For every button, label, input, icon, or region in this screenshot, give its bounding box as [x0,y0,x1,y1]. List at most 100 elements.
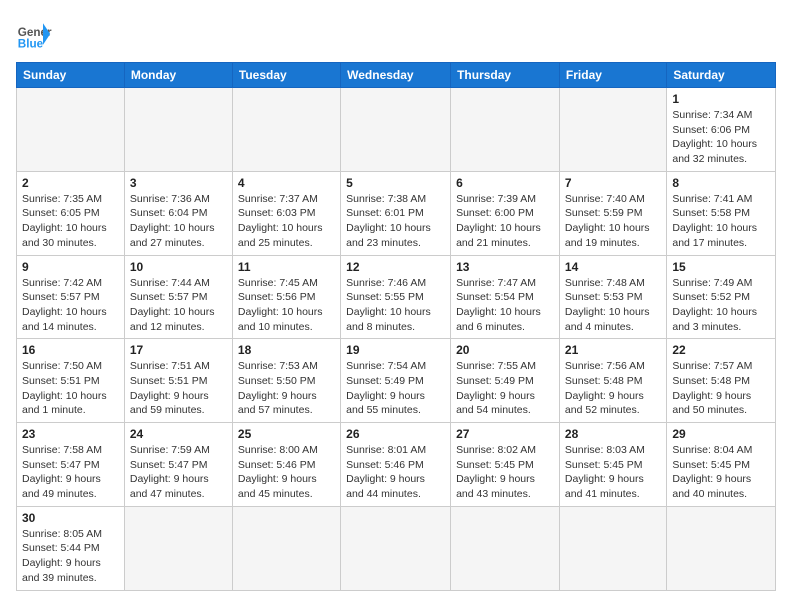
page-header: General Blue [16,16,776,52]
weekday-header-row: SundayMondayTuesdayWednesdayThursdayFrid… [17,63,776,88]
day-number: 19 [346,343,445,357]
calendar-cell: 1 Sunrise: 7:34 AM Sunset: 6:06 PM Daylig… [667,88,776,172]
day-info: Sunrise: 7:44 AM Sunset: 5:57 PM Dayligh… [130,276,227,335]
day-info: Sunrise: 7:58 AM Sunset: 5:47 PM Dayligh… [22,443,119,502]
day-number: 17 [130,343,227,357]
day-number: 30 [22,511,119,525]
day-number: 3 [130,176,227,190]
day-info: Sunrise: 8:03 AM Sunset: 5:45 PM Dayligh… [565,443,661,502]
day-info: Sunrise: 7:36 AM Sunset: 6:04 PM Dayligh… [130,192,227,251]
calendar-cell: 14 Sunrise: 7:48 AM Sunset: 5:53 PM Dayli… [559,255,666,339]
day-number: 20 [456,343,554,357]
day-number: 13 [456,260,554,274]
calendar-cell: 22Sunrise: 7:57 AM Sunset: 5:48 PM Dayli… [667,339,776,423]
day-info: Sunrise: 7:35 AM Sunset: 6:05 PM Dayligh… [22,192,119,251]
day-info: Sunrise: 8:04 AM Sunset: 5:45 PM Dayligh… [672,443,770,502]
calendar-cell [124,506,232,590]
day-info: Sunrise: 7:40 AM Sunset: 5:59 PM Dayligh… [565,192,661,251]
calendar-cell: 24 Sunrise: 7:59 AM Sunset: 5:47 PM Dayli… [124,423,232,507]
calendar-cell: 23Sunrise: 7:58 AM Sunset: 5:47 PM Dayli… [17,423,125,507]
day-number: 11 [238,260,335,274]
calendar-cell: 27Sunrise: 8:02 AM Sunset: 5:45 PM Dayli… [451,423,560,507]
calendar-cell: 5 Sunrise: 7:38 AM Sunset: 6:01 PM Daylig… [341,171,451,255]
day-number: 26 [346,427,445,441]
day-info: Sunrise: 7:34 AM Sunset: 6:06 PM Dayligh… [672,108,770,167]
weekday-header-saturday: Saturday [667,63,776,88]
week-row-3: 9Sunrise: 7:42 AM Sunset: 5:57 PM Daylig… [17,255,776,339]
calendar-cell [559,88,666,172]
week-row-4: 16 Sunrise: 7:50 AM Sunset: 5:51 PM Dayli… [17,339,776,423]
day-number: 18 [238,343,335,357]
weekday-header-sunday: Sunday [17,63,125,88]
calendar-cell [559,506,666,590]
calendar-cell: 8 Sunrise: 7:41 AM Sunset: 5:58 PM Daylig… [667,171,776,255]
calendar-cell: 4Sunrise: 7:37 AM Sunset: 6:03 PM Daylig… [232,171,340,255]
day-number: 15 [672,260,770,274]
weekday-header-tuesday: Tuesday [232,63,340,88]
day-number: 5 [346,176,445,190]
calendar-cell: 19 Sunrise: 7:54 AM Sunset: 5:49 PM Dayli… [341,339,451,423]
day-number: 7 [565,176,661,190]
day-info: Sunrise: 7:53 AM Sunset: 5:50 PM Dayligh… [238,359,335,418]
calendar-cell: 21 Sunrise: 7:56 AM Sunset: 5:48 PM Dayli… [559,339,666,423]
calendar-cell: 7 Sunrise: 7:40 AM Sunset: 5:59 PM Daylig… [559,171,666,255]
day-info: Sunrise: 7:54 AM Sunset: 5:49 PM Dayligh… [346,359,445,418]
calendar-cell: 17 Sunrise: 7:51 AM Sunset: 5:51 PM Dayli… [124,339,232,423]
calendar-cell [451,506,560,590]
day-number: 29 [672,427,770,441]
day-info: Sunrise: 7:56 AM Sunset: 5:48 PM Dayligh… [565,359,661,418]
day-info: Sunrise: 7:55 AM Sunset: 5:49 PM Dayligh… [456,359,554,418]
day-info: Sunrise: 7:50 AM Sunset: 5:51 PM Dayligh… [22,359,119,418]
day-number: 21 [565,343,661,357]
calendar-cell: 3 Sunrise: 7:36 AM Sunset: 6:04 PM Daylig… [124,171,232,255]
calendar-cell: 29 Sunrise: 8:04 AM Sunset: 5:45 PM Dayli… [667,423,776,507]
day-info: Sunrise: 7:51 AM Sunset: 5:51 PM Dayligh… [130,359,227,418]
calendar-cell [341,88,451,172]
day-number: 16 [22,343,119,357]
day-info: Sunrise: 7:46 AM Sunset: 5:55 PM Dayligh… [346,276,445,335]
calendar-cell: 26Sunrise: 8:01 AM Sunset: 5:46 PM Dayli… [341,423,451,507]
calendar-cell: 2 Sunrise: 7:35 AM Sunset: 6:05 PM Daylig… [17,171,125,255]
day-info: Sunrise: 7:41 AM Sunset: 5:58 PM Dayligh… [672,192,770,251]
calendar-cell [17,88,125,172]
calendar-cell: 9Sunrise: 7:42 AM Sunset: 5:57 PM Daylig… [17,255,125,339]
calendar-cell [124,88,232,172]
logo: General Blue [16,16,52,52]
weekday-header-wednesday: Wednesday [341,63,451,88]
calendar-cell: 16 Sunrise: 7:50 AM Sunset: 5:51 PM Dayli… [17,339,125,423]
day-number: 12 [346,260,445,274]
calendar-cell: 11Sunrise: 7:45 AM Sunset: 5:56 PM Dayli… [232,255,340,339]
calendar-cell: 15Sunrise: 7:49 AM Sunset: 5:52 PM Dayli… [667,255,776,339]
svg-text:Blue: Blue [18,38,44,51]
calendar-cell [451,88,560,172]
day-info: Sunrise: 8:05 AM Sunset: 5:44 PM Dayligh… [22,527,119,586]
week-row-5: 23Sunrise: 7:58 AM Sunset: 5:47 PM Dayli… [17,423,776,507]
day-number: 14 [565,260,661,274]
day-info: Sunrise: 7:48 AM Sunset: 5:53 PM Dayligh… [565,276,661,335]
day-info: Sunrise: 7:37 AM Sunset: 6:03 PM Dayligh… [238,192,335,251]
day-number: 2 [22,176,119,190]
day-info: Sunrise: 7:47 AM Sunset: 5:54 PM Dayligh… [456,276,554,335]
calendar-cell: 12 Sunrise: 7:46 AM Sunset: 5:55 PM Dayli… [341,255,451,339]
calendar-cell [232,506,340,590]
day-number: 8 [672,176,770,190]
day-number: 25 [238,427,335,441]
day-number: 27 [456,427,554,441]
calendar-cell: 30 Sunrise: 8:05 AM Sunset: 5:44 PM Dayli… [17,506,125,590]
week-row-2: 2 Sunrise: 7:35 AM Sunset: 6:05 PM Daylig… [17,171,776,255]
day-info: Sunrise: 7:59 AM Sunset: 5:47 PM Dayligh… [130,443,227,502]
logo-icon: General Blue [16,16,52,52]
weekday-header-monday: Monday [124,63,232,88]
calendar-cell: 20 Sunrise: 7:55 AM Sunset: 5:49 PM Dayli… [451,339,560,423]
day-number: 10 [130,260,227,274]
calendar-cell: 13 Sunrise: 7:47 AM Sunset: 5:54 PM Dayli… [451,255,560,339]
calendar-cell: 28Sunrise: 8:03 AM Sunset: 5:45 PM Dayli… [559,423,666,507]
day-number: 24 [130,427,227,441]
day-info: Sunrise: 7:38 AM Sunset: 6:01 PM Dayligh… [346,192,445,251]
calendar-cell: 25Sunrise: 8:00 AM Sunset: 5:46 PM Dayli… [232,423,340,507]
calendar-cell [232,88,340,172]
calendar-table: SundayMondayTuesdayWednesdayThursdayFrid… [16,62,776,591]
day-number: 1 [672,92,770,106]
day-number: 9 [22,260,119,274]
calendar-cell [341,506,451,590]
